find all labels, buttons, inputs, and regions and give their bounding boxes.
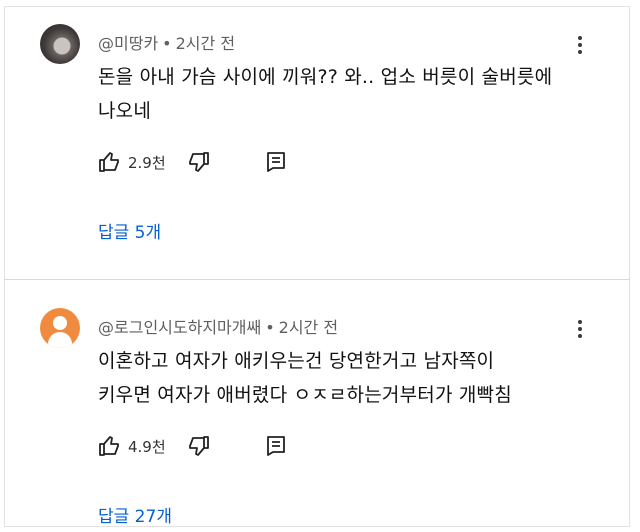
comment-reply-icon (267, 152, 285, 172)
reply-button[interactable] (264, 432, 288, 460)
comment-text: 이혼하고 여자가 애키우는건 당연한거고 남자쪽이 키우면 여자가 애버렸다 ㅇ… (98, 344, 578, 412)
comment-text-line: 이혼하고 여자가 애키우는건 당연한거고 남자쪽이 (98, 350, 495, 372)
like-count: 4.9천 (128, 437, 166, 456)
avatar[interactable] (40, 308, 80, 348)
thumbs-up-icon (99, 152, 119, 172)
comment-reply-icon (267, 436, 285, 456)
comment-actions: 2.9천 (98, 148, 338, 178)
meta-separator: • (265, 318, 275, 337)
thumbs-up-icon (99, 436, 119, 456)
comment-meta: @미땅카 • 2시간 전 (98, 30, 235, 54)
dislike-button[interactable] (186, 432, 210, 460)
comment-author[interactable]: @미땅카 (98, 34, 158, 53)
reply-button[interactable] (264, 148, 288, 176)
comment-text: 돈을 아내 가슴 사이에 끼워?? 와.. 업소 버릇이 술버릇에 나오네 (98, 60, 578, 128)
comment-text-line: 돈을 아내 가슴 사이에 끼워?? 와.. 업소 버릇이 술버릇에 (98, 66, 553, 88)
thumbs-down-icon (189, 436, 209, 456)
comment-author[interactable]: @로그인시도하지마개쌔 (98, 318, 261, 337)
thumbs-down-icon (189, 152, 209, 172)
comment-time[interactable]: 2시간 전 (279, 318, 338, 337)
view-replies-button[interactable]: 답글 5개 (98, 218, 161, 243)
divider (4, 279, 630, 280)
comment-actions: 4.9천 (98, 432, 338, 462)
like-count: 2.9천 (128, 153, 166, 172)
like-button[interactable]: 4.9천 (98, 432, 166, 460)
avatar[interactable] (40, 24, 80, 64)
comment-text-line: 키우면 여자가 애버렸다 ㅇㅈㄹ하는거부터가 개빡침 (98, 384, 512, 406)
meta-separator: • (162, 34, 172, 53)
more-vertical-icon[interactable] (574, 318, 586, 340)
more-vertical-icon[interactable] (574, 34, 586, 56)
like-button[interactable]: 2.9천 (98, 148, 166, 176)
avatar-head (53, 316, 67, 330)
comment-text-line: 나오네 (98, 100, 152, 122)
view-replies-button[interactable]: 답글 27개 (98, 502, 172, 527)
comment-time[interactable]: 2시간 전 (176, 34, 235, 53)
avatar-body (48, 332, 72, 348)
dislike-button[interactable] (186, 148, 210, 176)
comment-meta: @로그인시도하지마개쌔 • 2시간 전 (98, 314, 338, 338)
